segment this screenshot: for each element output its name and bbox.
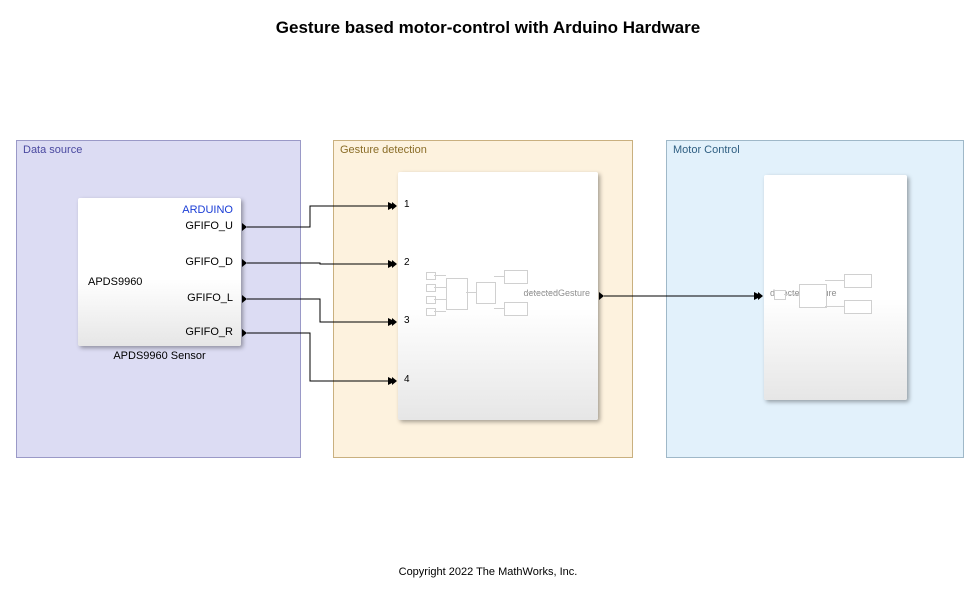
gesture-inport-2-label: 2 (404, 257, 410, 268)
gesture-outport-icon[interactable] (599, 292, 604, 300)
region-gesture-detection-label: Gesture detection (340, 144, 427, 156)
motor-inport-label: detectedGesture (770, 288, 837, 298)
motor-inport-icon[interactable] (758, 292, 763, 300)
model-title: Gesture based motor-control with Arduino… (0, 18, 976, 38)
apds-outport-l-icon[interactable] (242, 295, 247, 303)
apds-vendor-label: ARDUINO (182, 204, 233, 216)
apds-outport-u-icon[interactable] (242, 223, 247, 231)
apds-block-label-below: APDS9960 Sensor (78, 350, 241, 362)
gesture-inport-3-label: 3 (404, 315, 410, 326)
region-motor-control-label: Motor Control (673, 144, 740, 156)
footer-copyright: Copyright 2022 The MathWorks, Inc. (0, 566, 976, 578)
apds-outport-r-icon[interactable] (242, 329, 247, 337)
gesture-inport-2-icon[interactable] (392, 260, 397, 268)
apds-chip-label: APDS9960 (88, 276, 142, 288)
apds-port-l-label: GFIFO_L (187, 292, 233, 304)
gesture-inport-1-icon[interactable] (392, 202, 397, 210)
gesture-detection-subsystem-block[interactable]: 1 2 3 4 detectedGesture (398, 172, 598, 420)
apds-port-d-label: GFIFO_D (185, 256, 233, 268)
gesture-outport-label: detectedGesture (523, 288, 590, 298)
apds-outport-d-icon[interactable] (242, 259, 247, 267)
region-data-source-label: Data source (23, 144, 82, 156)
gesture-inport-4-icon[interactable] (392, 377, 397, 385)
motor-control-subsystem-block[interactable]: detectedGesture (764, 175, 907, 400)
apds9960-sensor-block[interactable]: ARDUINO APDS9960 GFIFO_U GFIFO_D GFIFO_L… (78, 198, 241, 346)
gesture-inport-4-label: 4 (404, 374, 410, 385)
gesture-inport-3-icon[interactable] (392, 318, 397, 326)
apds-port-u-label: GFIFO_U (185, 220, 233, 232)
apds-port-r-label: GFIFO_R (185, 326, 233, 338)
gesture-inport-1-label: 1 (404, 199, 410, 210)
